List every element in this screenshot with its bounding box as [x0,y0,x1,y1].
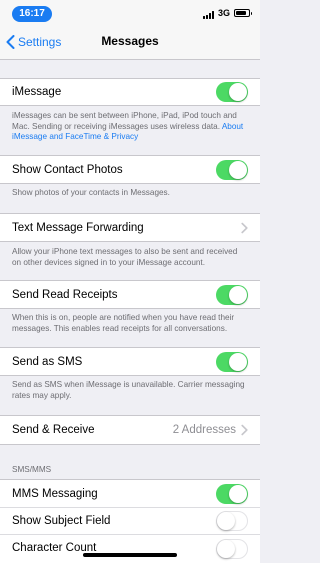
show-subject-field-label: Show Subject Field [12,515,111,527]
network-type: 3G [218,8,231,18]
show-subject-field-row: Show Subject Field [0,507,260,534]
send-as-sms-toggle[interactable] [216,351,248,372]
status-time[interactable]: 16:17 [12,6,52,22]
show-contact-photos-label: Show Contact Photos [12,163,123,176]
page-title: Messages [101,34,159,48]
send-read-receipts-footer: When this is on, people are notified whe… [12,313,235,333]
show-contact-photos-toggle[interactable] [216,159,248,180]
home-indicator [83,553,177,557]
character-count-row: Character Count [0,534,260,563]
mms-messaging-toggle[interactable] [216,483,248,504]
sms-mms-section-header: SMS/MMS [12,465,52,474]
show-subject-field-toggle[interactable] [216,511,248,531]
mms-messaging-label: MMS Messaging [12,487,98,500]
chevron-right-icon [241,424,248,436]
send-read-receipts-toggle[interactable] [216,284,248,305]
send-read-receipts-row: Send Read Receipts [0,280,260,309]
send-and-receive-label: Send & Receive [12,424,95,436]
text-message-forwarding-row[interactable]: Text Message Forwarding [0,213,260,242]
send-as-sms-label: Send as SMS [12,355,83,368]
show-contact-photos-row: Show Contact Photos [0,155,260,184]
cellular-signal-icon [203,11,217,19]
chevron-right-icon [241,222,248,233]
navigation-bar: Settings Messages [0,25,260,60]
imessage-toggle[interactable] [216,82,248,102]
send-as-sms-row: Send as SMS [0,347,260,376]
status-bar: 16:17 3G [0,0,260,25]
imessage-row: iMessage [0,78,260,106]
send-and-receive-detail: 2 Addresses [172,424,236,436]
battery-icon [234,9,252,17]
mms-messaging-row: MMS Messaging [0,479,260,507]
imessage-label: iMessage [12,86,62,98]
text-message-forwarding-footer: Allow your iPhone text messages to also … [12,247,238,267]
show-contact-photos-footer: Show photos of your contacts in Messages… [12,188,170,197]
send-as-sms-footer: Send as SMS when iMessage is unavailable… [12,380,245,400]
imessage-footer: iMessages can be sent between iPhone, iP… [12,111,248,143]
send-and-receive-row[interactable]: Send & Receive 2 Addresses [0,415,260,445]
text-message-forwarding-label: Text Message Forwarding [12,221,144,234]
character-count-toggle[interactable] [216,539,248,559]
send-read-receipts-label: Send Read Receipts [12,288,118,301]
imessage-footer-text: iMessages can be sent between iPhone, iP… [12,111,237,131]
